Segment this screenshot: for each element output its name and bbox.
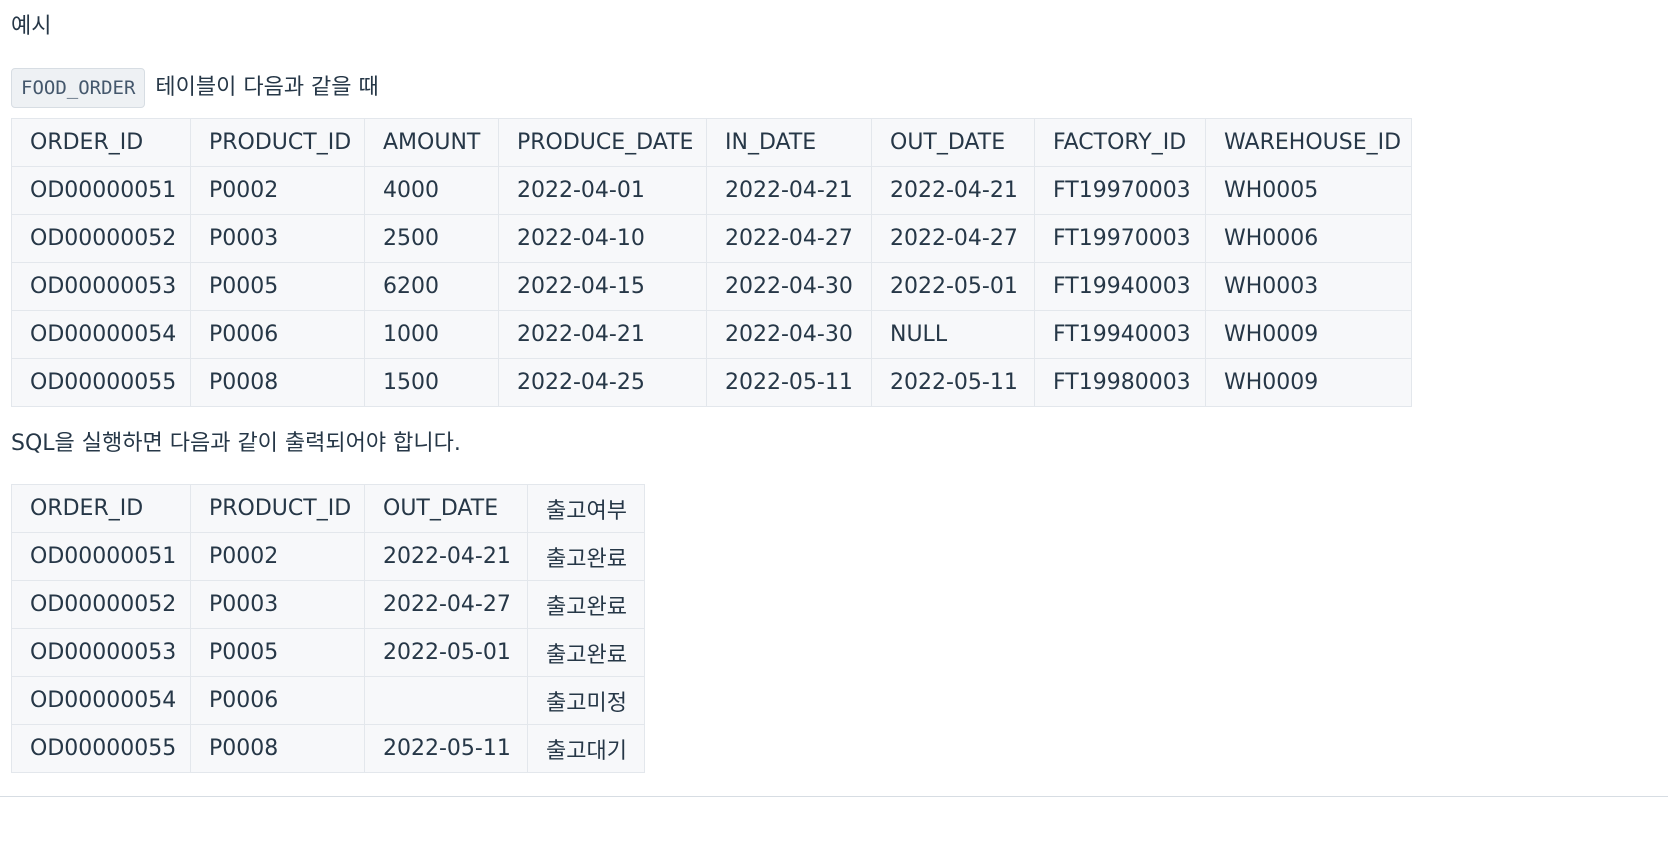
table-cell: 출고미정	[527, 676, 645, 725]
table-cell: OD00000055	[11, 724, 191, 773]
table-row: OD00000053 P0005 6200 2022-04-15 2022-04…	[11, 262, 1412, 311]
table-header-row: ORDER_ID PRODUCT_ID AMOUNT PRODUCE_DATE …	[11, 118, 1412, 167]
table-cell: P0002	[190, 532, 365, 581]
column-header: FACTORY_ID	[1034, 118, 1206, 167]
table-cell: FT19980003	[1034, 358, 1206, 407]
table-cell: 2022-05-11	[364, 724, 528, 773]
table-cell: FT19940003	[1034, 262, 1206, 311]
table-cell: P0008	[190, 724, 365, 773]
table-cell: P0002	[190, 166, 365, 215]
table-cell: 출고대기	[527, 724, 645, 773]
table-cell	[364, 676, 528, 725]
table-cell: OD00000053	[11, 262, 191, 311]
table-cell: OD00000054	[11, 676, 191, 725]
table-cell: 2022-04-15	[498, 262, 707, 311]
table-cell: WH0005	[1205, 166, 1412, 215]
table-cell: FT19970003	[1034, 214, 1206, 263]
table-cell: 출고완료	[527, 532, 645, 581]
table-row: OD00000051 P0002 4000 2022-04-01 2022-04…	[11, 166, 1412, 215]
table-cell: 2022-04-25	[498, 358, 707, 407]
table-cell: WH0009	[1205, 310, 1412, 359]
table-cell: 2022-04-30	[706, 262, 872, 311]
table-cell: 6200	[364, 262, 499, 311]
table-cell: P0003	[190, 580, 365, 629]
column-header: PRODUCT_ID	[190, 484, 365, 533]
table-cell: 2022-04-01	[498, 166, 707, 215]
table-cell: 1500	[364, 358, 499, 407]
result-table: ORDER_ID PRODUCT_ID OUT_DATE 출고여부 OD0000…	[11, 484, 645, 773]
table-name-code: FOOD_ORDER	[11, 68, 146, 108]
table-cell: OD00000052	[11, 580, 191, 629]
table-cell: 2022-04-10	[498, 214, 707, 263]
example-heading: 예시	[11, 14, 52, 39]
intro-paragraph: FOOD_ORDER 테이블이 다음과 같을 때	[11, 68, 379, 108]
table-cell: P0005	[190, 262, 365, 311]
table-row: OD00000055 P0008 2022-05-11 출고대기	[11, 724, 645, 773]
table-cell: 2022-04-27	[871, 214, 1035, 263]
table-cell: NULL	[871, 310, 1035, 359]
table-cell: 2022-05-01	[364, 628, 528, 677]
table-cell: 2022-04-21	[364, 532, 528, 581]
column-header: 출고여부	[527, 484, 645, 533]
table-cell: P0008	[190, 358, 365, 407]
section-divider	[0, 796, 1668, 797]
table-cell: 2022-04-21	[706, 166, 872, 215]
column-header: OUT_DATE	[871, 118, 1035, 167]
table-cell: 2022-04-21	[498, 310, 707, 359]
table-cell: 출고완료	[527, 628, 645, 677]
food-order-table: ORDER_ID PRODUCT_ID AMOUNT PRODUCE_DATE …	[11, 118, 1412, 407]
table-cell: OD00000055	[11, 358, 191, 407]
column-header: IN_DATE	[706, 118, 872, 167]
column-header: WAREHOUSE_ID	[1205, 118, 1412, 167]
table-cell: 2022-05-11	[871, 358, 1035, 407]
table-cell: 4000	[364, 166, 499, 215]
table-row: OD00000053 P0005 2022-05-01 출고완료	[11, 628, 645, 677]
intro-text: 테이블이 다음과 같을 때	[155, 75, 379, 100]
table-row: OD00000055 P0008 1500 2022-04-25 2022-05…	[11, 358, 1412, 407]
table-cell: OD00000054	[11, 310, 191, 359]
table-cell: P0003	[190, 214, 365, 263]
result-description: SQL을 실행하면 다음과 같이 출력되어야 합니다.	[11, 431, 461, 456]
table-cell: 2500	[364, 214, 499, 263]
table-row: OD00000054 P0006 1000 2022-04-21 2022-04…	[11, 310, 1412, 359]
table-cell: FT19970003	[1034, 166, 1206, 215]
table-cell: 출고완료	[527, 580, 645, 629]
table-cell: OD00000053	[11, 628, 191, 677]
table-cell: 2022-05-11	[706, 358, 872, 407]
table-row: OD00000051 P0002 2022-04-21 출고완료	[11, 532, 645, 581]
table-cell: WH0009	[1205, 358, 1412, 407]
column-header: ORDER_ID	[11, 484, 191, 533]
table-row: OD00000052 P0003 2500 2022-04-10 2022-04…	[11, 214, 1412, 263]
column-header: ORDER_ID	[11, 118, 191, 167]
table-cell: 2022-04-21	[871, 166, 1035, 215]
column-header: AMOUNT	[364, 118, 499, 167]
table-cell: 2022-04-27	[364, 580, 528, 629]
table-cell: WH0006	[1205, 214, 1412, 263]
table-header-row: ORDER_ID PRODUCT_ID OUT_DATE 출고여부	[11, 484, 645, 533]
table-cell: OD00000051	[11, 532, 191, 581]
column-header: PRODUCE_DATE	[498, 118, 707, 167]
table-row: OD00000052 P0003 2022-04-27 출고완료	[11, 580, 645, 629]
table-cell: 2022-05-01	[871, 262, 1035, 311]
table-cell: 2022-04-27	[706, 214, 872, 263]
table-cell: FT19940003	[1034, 310, 1206, 359]
table-cell: P0005	[190, 628, 365, 677]
table-row: OD00000054 P0006 출고미정	[11, 676, 645, 725]
column-header: PRODUCT_ID	[190, 118, 365, 167]
table-cell: OD00000052	[11, 214, 191, 263]
table-cell: 2022-04-30	[706, 310, 872, 359]
table-cell: 1000	[364, 310, 499, 359]
table-cell: P0006	[190, 310, 365, 359]
column-header: OUT_DATE	[364, 484, 528, 533]
table-cell: WH0003	[1205, 262, 1412, 311]
table-cell: P0006	[190, 676, 365, 725]
table-cell: OD00000051	[11, 166, 191, 215]
